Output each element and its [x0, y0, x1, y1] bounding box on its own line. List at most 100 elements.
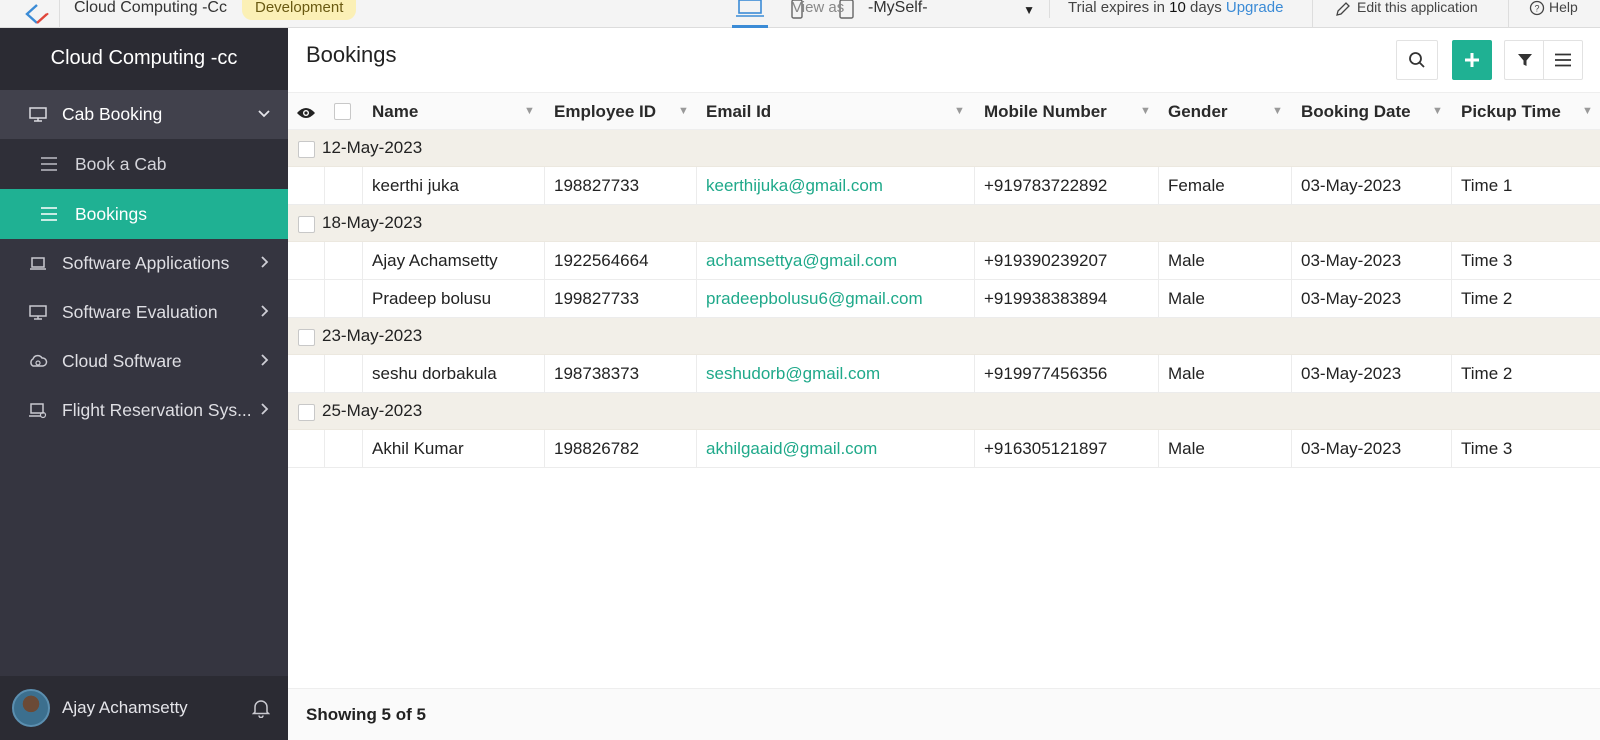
filter-icon [1517, 54, 1532, 66]
column-header-mobile-number[interactable]: Mobile Number [984, 93, 1107, 131]
cell-email-link[interactable]: pradeepbolusu6@gmail.com [706, 280, 923, 318]
list-icon [40, 157, 62, 171]
search-icon [1409, 52, 1425, 68]
sidebar-item-software-evaluation[interactable]: Software Evaluation [0, 288, 288, 337]
main-content: Bookings Name ▼ Employee ID ▼ Email Id ▼… [288, 28, 1600, 740]
cell-employee-id: 198738373 [554, 364, 640, 383]
cell-booking-date: 03-May-2023 [1301, 364, 1402, 383]
app-name[interactable]: Cloud Computing -Cc [74, 0, 227, 16]
sidebar-item-label: Software Applications [62, 253, 230, 273]
cell-mobile: +919977456356 [984, 364, 1108, 383]
table-row[interactable]: Akhil Kumar 198826782 akhilgaaid@gmail.c… [288, 430, 1600, 468]
column-header-pickup-time[interactable]: Pickup Time [1461, 93, 1561, 131]
sidebar-subitem-book-a-cab[interactable]: Book a Cab [0, 139, 288, 189]
sort-icon[interactable]: ▼ [1432, 93, 1443, 129]
sidebar-subitem-bookings[interactable]: Bookings [0, 189, 288, 239]
filter-button[interactable] [1504, 40, 1544, 80]
column-header-name[interactable]: Name [372, 93, 418, 131]
column-header-employee-id[interactable]: Employee ID [554, 93, 656, 131]
add-record-button[interactable] [1452, 40, 1492, 80]
cell-email-link[interactable]: keerthijuka@gmail.com [706, 167, 883, 205]
sort-icon[interactable]: ▼ [678, 93, 689, 129]
group-checkbox[interactable] [298, 141, 315, 158]
group-checkbox[interactable] [298, 216, 315, 233]
eye-icon[interactable] [296, 105, 316, 125]
trial-prefix: Trial expires in [1068, 0, 1165, 16]
table-row[interactable]: seshu dorbakula 198738373 seshudorb@gmai… [288, 355, 1600, 393]
sidebar-item-software-applications[interactable]: Software Applications [0, 239, 288, 288]
sidebar-item-cab-booking[interactable]: Cab Booking [0, 90, 288, 139]
sidebar-item-flight-reservation[interactable]: Flight Reservation Sys... [0, 386, 288, 435]
cell-pickup-time: Time 1 [1461, 176, 1513, 195]
upgrade-link[interactable]: Upgrade [1226, 0, 1284, 16]
bell-icon[interactable] [251, 698, 271, 723]
chevron-down-icon [258, 106, 270, 122]
sidebar: Cloud Computing -cc Cab Booking Book a C… [0, 28, 288, 740]
app-logo-icon[interactable] [14, 0, 60, 28]
table-row[interactable]: Pradeep bolusu 199827733 pradeepbolusu6@… [288, 280, 1600, 318]
group-label: 25-May-2023 [322, 401, 423, 420]
cell-email-link[interactable]: akhilgaaid@gmail.com [706, 430, 877, 468]
monitor-icon [28, 106, 50, 124]
cell-name: seshu dorbakula [372, 364, 497, 383]
cell-pickup-time: Time 3 [1461, 251, 1513, 270]
environment-badge: Development [242, 0, 357, 20]
sidebar-item-label: Software Evaluation [62, 302, 218, 322]
sort-icon[interactable]: ▼ [954, 93, 965, 129]
cell-email-link[interactable]: achamsettya@gmail.com [706, 242, 897, 280]
sort-icon[interactable]: ▼ [1140, 93, 1151, 129]
sidebar-user-footer: Ajay Achamsetty [0, 676, 288, 740]
help-button[interactable]: ? Help [1508, 0, 1578, 28]
sidebar-item-label: Cloud Software [62, 351, 182, 371]
group-checkbox[interactable] [298, 404, 315, 421]
cell-gender: Male [1168, 439, 1205, 458]
group-header-row: 12-May-2023 [288, 130, 1600, 167]
records-status-bar: Showing 5 of 5 [288, 688, 1600, 740]
table-row[interactable]: Ajay Achamsetty 1922564664 achamsettya@g… [288, 242, 1600, 280]
cell-booking-date: 03-May-2023 [1301, 289, 1402, 308]
bookings-table: Name ▼ Employee ID ▼ Email Id ▼ Mobile N… [288, 92, 1600, 468]
user-name[interactable]: Ajay Achamsetty [62, 698, 188, 718]
table-row[interactable]: keerthi juka 198827733 keerthijuka@gmail… [288, 167, 1600, 205]
cell-pickup-time: Time 2 [1461, 364, 1513, 383]
more-options-button[interactable] [1543, 40, 1583, 80]
column-header-email-id[interactable]: Email Id [706, 93, 771, 131]
select-all-checkbox[interactable] [334, 103, 351, 120]
desktop-view-icon[interactable] [732, 0, 768, 28]
cell-email-link[interactable]: seshudorb@gmail.com [706, 355, 880, 393]
column-header-gender[interactable]: Gender [1168, 93, 1228, 131]
cell-mobile: +916305121897 [984, 439, 1108, 458]
trial-notice: Trial expires in 10 days Upgrade [1068, 0, 1283, 16]
cell-booking-date: 03-May-2023 [1301, 176, 1402, 195]
group-label: 23-May-2023 [322, 326, 423, 345]
plus-icon [1465, 53, 1479, 67]
sort-icon[interactable]: ▼ [1272, 93, 1283, 129]
chevron-right-icon [260, 255, 270, 271]
cell-mobile: +919938383894 [984, 289, 1108, 308]
cell-gender: Male [1168, 289, 1205, 308]
avatar[interactable] [12, 689, 50, 727]
cell-mobile: +919783722892 [984, 176, 1108, 195]
cell-pickup-time: Time 2 [1461, 289, 1513, 308]
view-as-select[interactable]: -MySelf- ▼ [860, 0, 1050, 18]
sort-icon[interactable]: ▼ [1582, 93, 1593, 129]
edit-application-button[interactable]: Edit this application [1312, 0, 1478, 28]
cell-booking-date: 03-May-2023 [1301, 251, 1402, 270]
cell-employee-id: 198827733 [554, 176, 640, 195]
group-checkbox[interactable] [298, 329, 315, 346]
search-button[interactable] [1396, 40, 1438, 80]
sidebar-item-cloud-software[interactable]: Cloud Software [0, 337, 288, 386]
cell-gender: Female [1168, 176, 1225, 195]
column-header-booking-date[interactable]: Booking Date [1301, 93, 1411, 131]
cell-name: Pradeep bolusu [372, 289, 492, 308]
group-label: 12-May-2023 [322, 138, 423, 157]
top-bar: Cloud Computing -Cc Development View as … [0, 0, 1600, 28]
laptop-gear-icon [28, 402, 50, 420]
group-header-row: 18-May-2023 [288, 205, 1600, 242]
records-count: Showing 5 of 5 [306, 705, 426, 724]
sort-icon[interactable]: ▼ [524, 93, 535, 129]
trial-days: 10 [1169, 0, 1186, 16]
group-header-row: 23-May-2023 [288, 318, 1600, 355]
cell-mobile: +919390239207 [984, 251, 1108, 270]
view-as-label: View as [792, 0, 845, 16]
